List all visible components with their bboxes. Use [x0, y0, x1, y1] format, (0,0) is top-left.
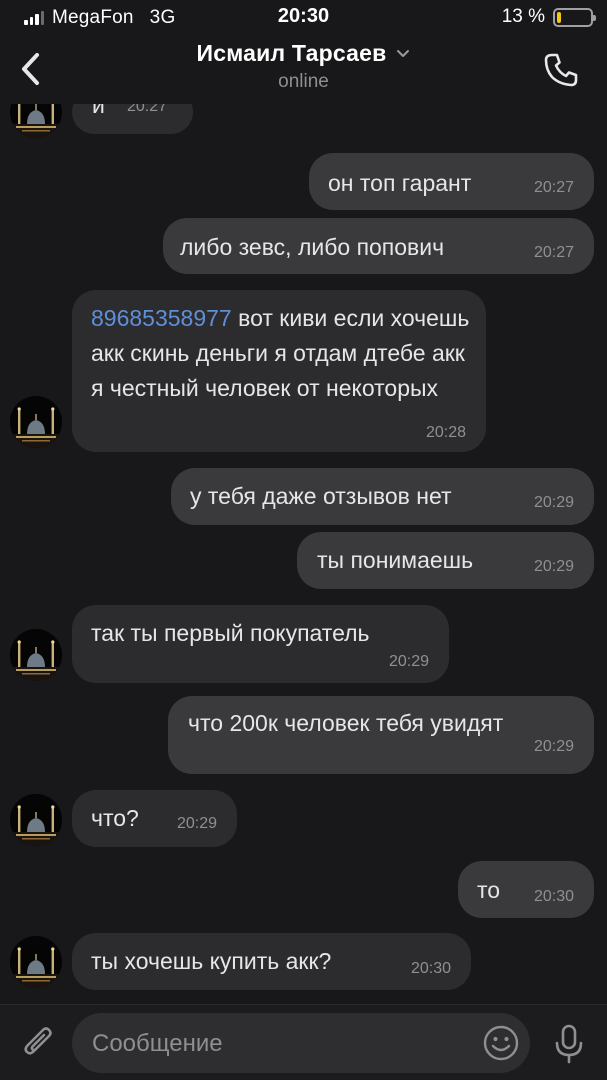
paperclip-icon — [24, 1027, 52, 1055]
message-time: 20:29 — [533, 494, 574, 511]
message-text: и — [92, 104, 105, 118]
message-bubble-outgoing[interactable]: то 20:30 — [458, 861, 594, 918]
microphone-icon — [555, 1024, 583, 1064]
message-input-placeholder: Сообщение — [92, 1030, 223, 1057]
message-bubble-outgoing[interactable]: ты понимаешь 20:29 — [297, 532, 594, 589]
phone-number-link[interactable]: 89685358977 — [91, 305, 232, 331]
message-bubble-incoming[interactable]: 89685358977 вот киви если хочешь акк ски… — [72, 290, 486, 452]
message-time: 20:30 — [410, 960, 451, 977]
chat-header: Исмаил Тарсаев online — [0, 34, 607, 104]
message-time: 20:29 — [388, 653, 429, 670]
attach-button[interactable] — [20, 1021, 56, 1063]
phone-icon — [544, 53, 578, 87]
avatar-image — [10, 104, 62, 138]
avatar[interactable] — [10, 396, 62, 448]
message-bubble-incoming[interactable]: и 20:27 — [72, 104, 193, 134]
message-text: 89685358977 вот киви если хочешь акк ски… — [91, 301, 473, 406]
battery-icon — [553, 7, 596, 27]
contact-title[interactable]: Исмаил Тарсаев online — [0, 40, 607, 93]
avatar-image — [10, 936, 62, 988]
message-time: 20:28 — [425, 424, 466, 441]
message-time: 20:29 — [533, 738, 574, 755]
message-composer: Сообщение — [0, 1004, 607, 1080]
message-list: и 20:27 он топ гарант 20:27 либо зевс, л… — [0, 104, 607, 1004]
message-bubble-incoming[interactable]: ты хочешь купить акк? 20:30 — [72, 933, 471, 990]
message-text: так ты первый покупатель — [91, 620, 370, 646]
avatar-image — [10, 396, 62, 448]
status-right: 13 % — [501, 6, 596, 28]
contact-name: Исмаил Тарсаев — [196, 40, 387, 66]
message-text: ты понимаешь — [317, 547, 474, 573]
chat-screen: MegaFon 3G 20:30 13 % Исмаил Тарсаев onl… — [0, 0, 607, 1080]
status-bar: MegaFon 3G 20:30 13 % — [0, 0, 607, 34]
contact-status: online — [278, 71, 329, 92]
avatar[interactable] — [10, 629, 62, 681]
microphone-button[interactable] — [552, 1023, 586, 1065]
chevron-down-icon — [397, 49, 410, 57]
message-text: ты хочешь купить акк? — [91, 948, 332, 974]
message-time: 20:27 — [533, 244, 574, 261]
message-bubble-outgoing[interactable]: у тебя даже отзывов нет 20:29 — [171, 468, 594, 525]
emoji-icon — [483, 1025, 519, 1061]
avatar-image — [10, 629, 62, 681]
message-bubble-outgoing[interactable]: он топ гарант 20:27 — [309, 153, 594, 210]
emoji-button[interactable] — [482, 1024, 520, 1062]
message-time: 20:29 — [533, 558, 574, 575]
message-bubble-outgoing[interactable]: что 200к человек тебя увидят 20:29 — [168, 696, 594, 774]
message-text: либо зевс, либо попович — [180, 234, 445, 260]
message-time: 20:27 — [127, 104, 168, 115]
message-input[interactable]: Сообщение — [72, 1013, 530, 1073]
message-text: то — [477, 877, 501, 903]
message-text: у тебя даже отзывов нет — [190, 483, 452, 509]
message-text: что 200к человек тебя увидят — [188, 710, 504, 736]
message-time: 20:27 — [533, 179, 574, 196]
call-button[interactable] — [541, 50, 581, 90]
message-time: 20:29 — [176, 815, 217, 832]
message-bubble-outgoing[interactable]: либо зевс, либо попович 20:27 — [163, 218, 594, 274]
battery-percentage: 13 % — [501, 6, 545, 27]
avatar[interactable] — [10, 104, 62, 138]
avatar[interactable] — [10, 936, 62, 988]
message-time: 20:30 — [533, 888, 574, 905]
avatar[interactable] — [10, 794, 62, 846]
message-text: он топ гарант — [328, 170, 472, 196]
avatar-image — [10, 794, 62, 846]
message-bubble-incoming[interactable]: что? 20:29 — [72, 790, 237, 847]
message-text: что? — [91, 805, 139, 831]
message-bubble-incoming[interactable]: так ты первый покупатель 20:29 — [72, 605, 449, 683]
